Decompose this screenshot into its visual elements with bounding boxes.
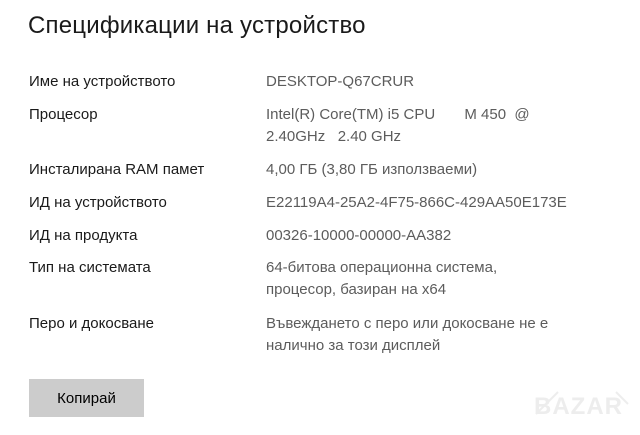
spec-value: 64-битова операционна система, процесор,…	[266, 259, 498, 298]
spec-label: Инсталирана RAM памет	[29, 161, 205, 178]
spec-label: Перо и докосване	[29, 315, 154, 332]
spec-value: DESKTOP-Q67CRUR	[266, 73, 415, 90]
spec-value: 4,00 ГБ (3,80 ГБ използваеми)	[266, 161, 478, 178]
spec-value: E22119A4-25A2-4F75-866C-429AA50E173E	[266, 194, 567, 211]
device-specifications-panel: Спецификации на устройство Име на устрой…	[0, 0, 640, 435]
section-title: Спецификации на устройство	[28, 12, 366, 39]
spec-value: Intel(R) Core(TM) i5 CPU M 450 @ 2.40GHz…	[266, 106, 530, 145]
svg-text:BAZAR: BAZAR	[534, 393, 623, 420]
spec-value: Въвеждането с перо или докосване не е на…	[266, 315, 549, 354]
spec-label: Име на устройството	[29, 73, 176, 90]
bazar-watermark-logo: BAZAR	[534, 391, 629, 420]
spec-label: ИД на устройството	[29, 194, 167, 211]
spec-label: Процесор	[29, 106, 98, 123]
spec-label: ИД на продукта	[29, 227, 138, 244]
spec-label: Тип на системата	[29, 259, 151, 276]
copy-button[interactable]: Копирай	[29, 379, 144, 417]
spec-value: 00326-10000-00000-AA382	[266, 227, 452, 244]
